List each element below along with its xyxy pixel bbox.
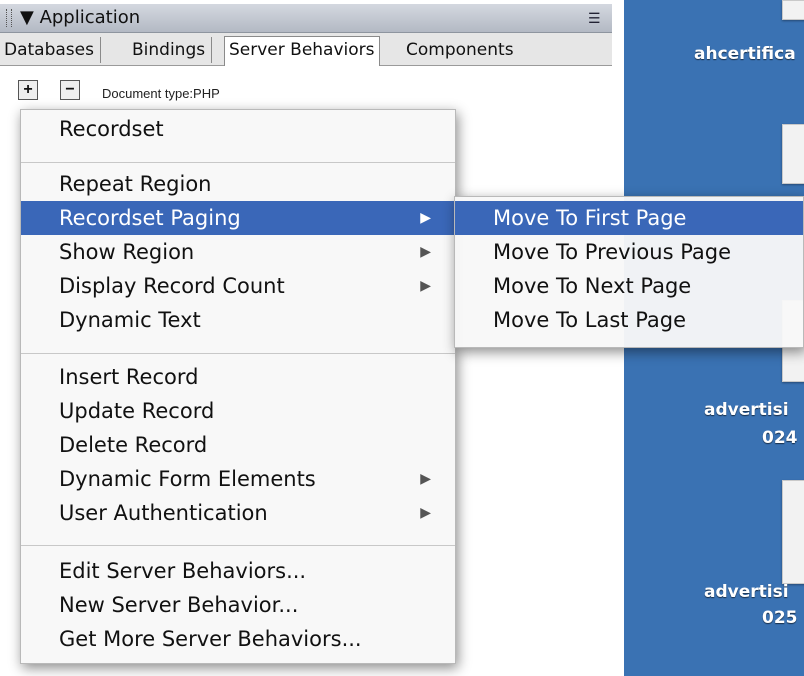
submenu-item-move-to-previous-page[interactable]: Move To Previous Page	[455, 235, 803, 269]
menu-item-label: Get More Server Behaviors...	[59, 627, 362, 651]
panel-title[interactable]: ▼ Application	[20, 7, 140, 28]
menu-item-label: Move To Next Page	[493, 274, 692, 298]
menu-item-display-record-count[interactable]: Display Record Count ▶	[21, 269, 455, 303]
panel-options-icon[interactable]: ☰	[588, 10, 601, 27]
menu-item-label: Show Region	[59, 240, 195, 264]
desktop-label[interactable]: advertisi	[704, 582, 789, 602]
desktop-label[interactable]: 025	[762, 608, 798, 628]
menu-item-insert-record[interactable]: Insert Record	[21, 360, 455, 394]
menu-separator	[21, 353, 455, 354]
server-behaviors-menu: Recordset Repeat Region Recordset Paging…	[20, 109, 456, 664]
submenu-arrow-icon: ▶	[420, 278, 431, 294]
menu-item-label: New Server Behavior...	[59, 593, 299, 617]
menu-item-label: Dynamic Text	[59, 308, 201, 332]
menu-item-label: Edit Server Behaviors...	[59, 559, 307, 583]
menu-item-user-authentication[interactable]: User Authentication ▶	[21, 496, 455, 530]
menu-item-recordset[interactable]: Recordset	[21, 112, 455, 146]
menu-item-label: User Authentication	[59, 501, 268, 525]
menu-item-label: Display Record Count	[59, 274, 285, 298]
submenu-arrow-icon: ▶	[420, 505, 431, 521]
menu-item-get-more-server-behaviors[interactable]: Get More Server Behaviors...	[21, 622, 455, 656]
submenu-item-move-to-first-page[interactable]: Move To First Page	[455, 201, 803, 235]
menu-item-label: Move To First Page	[493, 206, 687, 230]
file-icon[interactable]	[782, 480, 804, 584]
behaviors-toolbar: + − Document type:PHP	[0, 66, 612, 112]
tab-bindings[interactable]: Bindings	[132, 37, 213, 63]
document-type-label: Document type:PHP	[102, 86, 220, 101]
file-icon[interactable]	[782, 0, 804, 20]
menu-item-dynamic-form-elements[interactable]: Dynamic Form Elements ▶	[21, 462, 455, 496]
menu-separator	[21, 162, 455, 163]
menu-item-label: Repeat Region	[59, 172, 212, 196]
tab-server-behaviors[interactable]: Server Behaviors	[224, 36, 380, 66]
menu-item-label: Move To Last Page	[493, 308, 687, 332]
submenu-item-move-to-last-page[interactable]: Move To Last Page	[455, 303, 803, 337]
menu-item-label: Delete Record	[59, 433, 208, 457]
submenu-arrow-icon: ▶	[420, 210, 431, 226]
menu-separator	[21, 545, 455, 546]
menu-item-label: Move To Previous Page	[493, 240, 732, 264]
submenu-arrow-icon: ▶	[420, 244, 431, 260]
menu-item-dynamic-text[interactable]: Dynamic Text	[21, 303, 455, 337]
menu-item-new-server-behavior[interactable]: New Server Behavior...	[21, 588, 455, 622]
tab-databases[interactable]: Databases	[4, 37, 101, 63]
submenu-arrow-icon: ▶	[420, 471, 431, 487]
menu-item-label: Recordset	[59, 117, 164, 141]
menu-item-label: Recordset Paging	[59, 206, 241, 230]
add-behavior-button[interactable]: +	[18, 80, 38, 100]
panel-titlebar[interactable]: ▼ Application ☰	[0, 4, 612, 33]
tab-components[interactable]: Components	[406, 37, 514, 63]
panel-tabs: Databases Bindings Server Behaviors Comp…	[0, 33, 612, 66]
menu-item-update-record[interactable]: Update Record	[21, 394, 455, 428]
menu-item-label: Insert Record	[59, 365, 199, 389]
menu-item-label: Dynamic Form Elements	[59, 467, 316, 491]
desktop-label[interactable]: ahcertifica	[694, 44, 796, 64]
menu-item-delete-record[interactable]: Delete Record	[21, 428, 455, 462]
menu-item-recordset-paging[interactable]: Recordset Paging ▶	[21, 201, 455, 235]
file-icon[interactable]	[782, 124, 804, 184]
menu-item-edit-server-behaviors[interactable]: Edit Server Behaviors...	[21, 554, 455, 588]
menu-item-repeat-region[interactable]: Repeat Region	[21, 167, 455, 201]
submenu-item-move-to-next-page[interactable]: Move To Next Page	[455, 269, 803, 303]
grip-handle-icon[interactable]	[6, 9, 12, 27]
desktop-label[interactable]: 024	[762, 428, 798, 448]
remove-behavior-button[interactable]: −	[60, 80, 80, 100]
menu-item-label: Update Record	[59, 399, 215, 423]
desktop-label[interactable]: advertisi	[704, 400, 789, 420]
recordset-paging-submenu: Move To First Page Move To Previous Page…	[454, 196, 804, 348]
menu-item-show-region[interactable]: Show Region ▶	[21, 235, 455, 269]
